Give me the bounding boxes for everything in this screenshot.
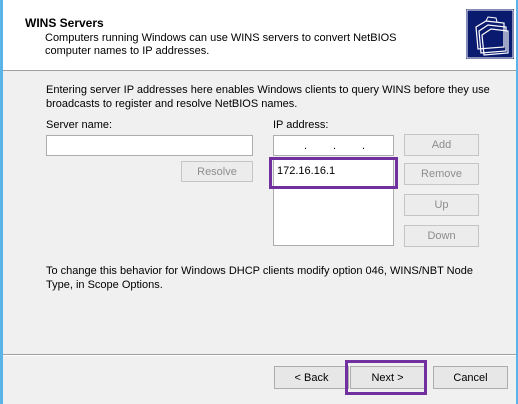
add-button[interactable]: Add (404, 134, 479, 156)
server-name-label: Server name: (46, 119, 113, 131)
up-button[interactable]: Up (404, 194, 479, 216)
wizard-dialog: WINS Servers Computers running Windows c… (3, 0, 516, 404)
server-name-input[interactable] (46, 135, 253, 156)
remove-button[interactable]: Remove (404, 163, 479, 185)
cancel-button[interactable]: Cancel (433, 366, 508, 389)
scope-options-note: To change this behavior for Windows DHCP… (46, 265, 473, 291)
ip-list-item[interactable]: 172.16.16.1 (277, 165, 335, 177)
down-button[interactable]: Down (404, 225, 479, 247)
ip-address-label: IP address: (273, 119, 329, 131)
folders-icon (466, 9, 514, 59)
intro-text: Entering server IP addresses here enable… (46, 84, 490, 110)
back-button[interactable]: < Back (274, 366, 349, 389)
ip-octet-separators: ... (304, 140, 366, 152)
wizard-header: WINS Servers Computers running Windows c… (3, 0, 516, 71)
ip-address-input[interactable]: ... (273, 135, 394, 156)
footer-divider (3, 354, 516, 356)
ip-address-list[interactable]: 172.16.16.1 (273, 158, 394, 246)
next-button[interactable]: Next > (350, 366, 425, 389)
page-title: WINS Servers (25, 16, 104, 30)
page-subtitle: Computers running Windows can use WINS s… (45, 32, 397, 57)
resolve-button[interactable]: Resolve (181, 161, 253, 182)
